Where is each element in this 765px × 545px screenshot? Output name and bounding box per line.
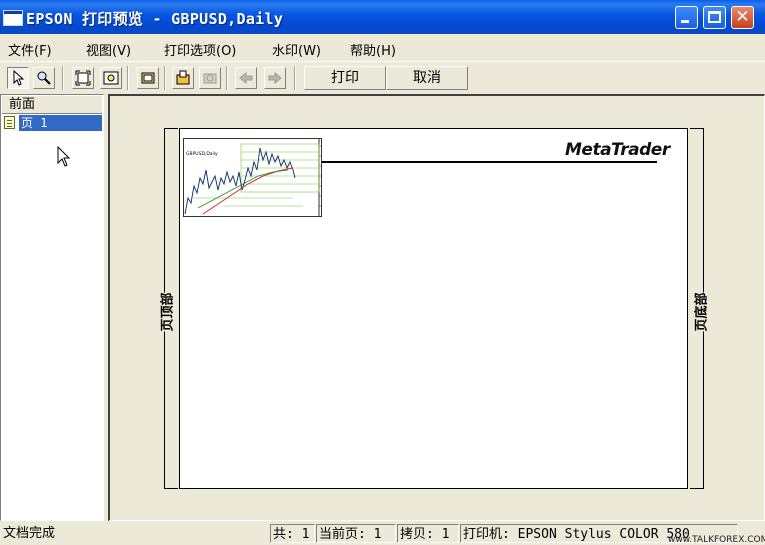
app-icon [3, 10, 23, 26]
fit-page-button[interactable] [72, 67, 94, 89]
page-setup-button[interactable] [172, 67, 194, 89]
menu-bar: 文件(F) 视图(V) 打印选项(O) 水印(W) 帮助(H) [0, 36, 765, 60]
minimize-button[interactable] [675, 6, 698, 29]
page-frame-button[interactable] [137, 67, 159, 89]
toolbar-separator [294, 66, 296, 90]
mouse-cursor-icon [57, 146, 71, 167]
zoom-icon [37, 71, 51, 85]
page-list-item-label: 页 1 [19, 115, 102, 131]
forward-button[interactable] [264, 67, 286, 89]
menu-file[interactable]: 文件(F) [8, 40, 52, 59]
zoom-region-icon [103, 71, 119, 85]
page-setup-icon [176, 70, 190, 85]
status-total-pages: 共: 1 [270, 524, 315, 543]
zoom-region-button[interactable] [100, 67, 122, 89]
toolbar-separator [62, 66, 64, 90]
toolbar-separator [127, 66, 129, 90]
forward-arrow-icon [268, 71, 282, 85]
menu-watermark[interactable]: 水印(W) [272, 40, 321, 59]
disabled-tool-icon [203, 73, 217, 84]
fit-page-icon [75, 70, 91, 86]
close-icon: ✕ [735, 7, 750, 27]
toolbar-separator [164, 66, 166, 90]
chart-thumbnail: GBPUSD,Daily [183, 138, 322, 217]
print-button[interactable]: 打印 [304, 66, 386, 90]
page-footer-label: 页底部 [694, 292, 711, 332]
page-list-item[interactable]: 页 1 [2, 115, 102, 131]
pointer-icon [13, 70, 25, 86]
back-arrow-icon [239, 71, 253, 85]
back-button[interactable] [235, 67, 257, 89]
page-header-label: 页顶部 [160, 292, 177, 332]
minimize-icon [681, 20, 689, 23]
chart-thumbnail-caption: GBPUSD,Daily [186, 151, 218, 157]
maximize-icon [708, 11, 721, 23]
toolbar-separator [226, 66, 228, 90]
menu-help[interactable]: 帮助(H) [350, 40, 396, 59]
pointer-button[interactable] [7, 67, 29, 89]
page-list-header: 前面 [2, 96, 102, 114]
menu-view[interactable]: 视图(V) [86, 40, 131, 59]
document-icon [4, 116, 15, 129]
status-bar: 文档完成 共: 1 当前页: 1 拷贝: 1 打印机: EPSON Stylus… [0, 522, 765, 545]
zoom-button[interactable] [33, 67, 55, 89]
status-copies: 拷贝: 1 [397, 524, 459, 543]
menu-print-options[interactable]: 打印选项(O) [164, 40, 236, 59]
disabled-tool-button[interactable] [199, 67, 221, 89]
page-list-pane: 前面 页 1 [0, 94, 104, 521]
status-text: 文档完成 [3, 526, 56, 541]
site-watermark: www.TALKFOREX.COM [668, 535, 765, 545]
metatrader-logo: MetaTrader [565, 140, 670, 160]
maximize-button[interactable] [703, 6, 726, 29]
window-title: EPSON 打印预览 - GBPUSD,Daily [26, 10, 284, 28]
toolbar: 打印 取消 [0, 61, 765, 94]
title-bar: EPSON 打印预览 - GBPUSD,Daily ✕ [0, 0, 765, 34]
status-current-page: 当前页: 1 [316, 524, 396, 543]
page-frame-icon [141, 72, 155, 84]
close-button[interactable]: ✕ [731, 6, 754, 29]
cancel-button[interactable]: 取消 [386, 66, 468, 90]
